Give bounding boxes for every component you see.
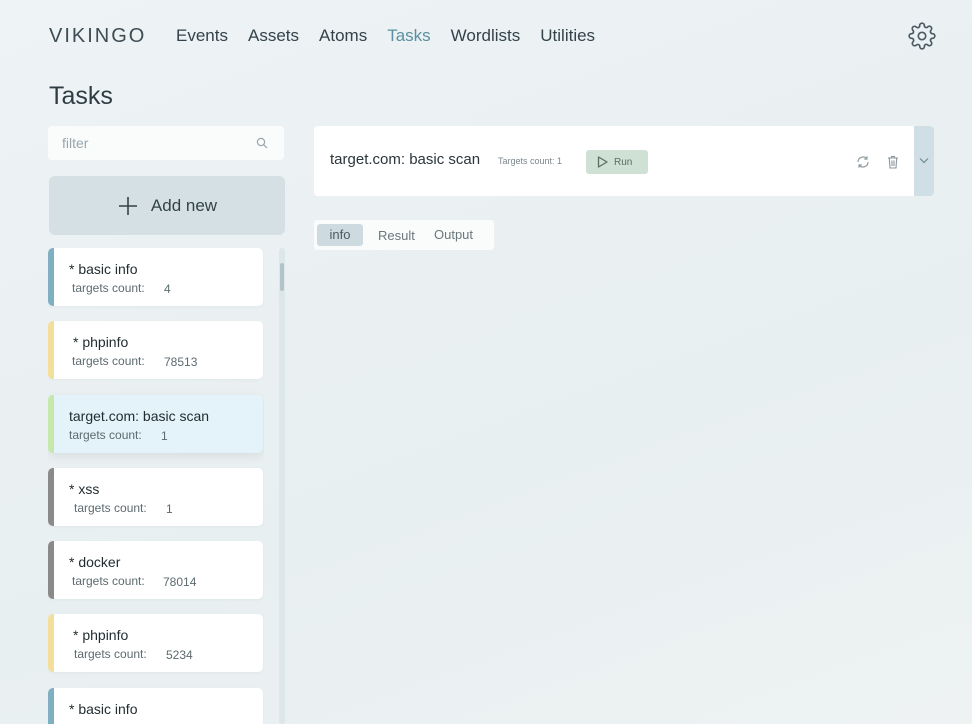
app-logo[interactable]: VIKINGO <box>49 25 146 48</box>
task-color-stripe <box>48 468 54 526</box>
task-card[interactable]: * phpinfo targets count: 5234 <box>48 614 263 672</box>
task-name: * basic info <box>69 701 138 717</box>
nav-utilities[interactable]: Utilities <box>540 26 595 46</box>
detail-tabs: info Result Output <box>314 220 494 250</box>
task-count-label: targets count: <box>72 574 145 588</box>
task-color-stripe <box>48 321 54 379</box>
task-name: * docker <box>69 554 121 570</box>
tab-info[interactable]: info <box>317 224 363 246</box>
run-button[interactable]: Run <box>586 150 648 174</box>
nav-assets[interactable]: Assets <box>248 26 299 46</box>
trash-icon[interactable] <box>887 155 899 169</box>
add-new-label: Add new <box>150 195 218 215</box>
task-card[interactable]: * xss targets count: 1 <box>48 468 263 526</box>
search-icon <box>256 137 268 149</box>
filter-input[interactable] <box>48 126 284 160</box>
task-count: 78014 <box>163 575 197 589</box>
main-nav: Events Assets Atoms Tasks Wordlists Util… <box>176 26 615 46</box>
gear-icon[interactable] <box>908 22 936 50</box>
task-color-stripe <box>48 395 54 453</box>
task-card[interactable]: * basic info targets count: 4 <box>48 248 263 306</box>
task-count: 4 <box>164 282 171 296</box>
task-list: * basic info targets count: 4 * phpinfo … <box>48 248 264 724</box>
expand-toggle[interactable] <box>914 126 934 196</box>
task-card-selected[interactable]: target.com: basic scan targets count: 1 <box>48 395 263 453</box>
tab-output[interactable]: Output <box>434 227 473 242</box>
task-count-label: targets count: <box>69 428 142 442</box>
task-color-stripe <box>48 614 54 672</box>
task-count-label: targets count: <box>74 647 147 661</box>
task-name: * phpinfo <box>73 334 129 350</box>
nav-events[interactable]: Events <box>176 26 228 46</box>
task-color-stripe <box>48 541 54 599</box>
tab-result[interactable]: Result <box>378 228 415 243</box>
task-count: 1 <box>166 502 173 516</box>
nav-tasks[interactable]: Tasks <box>387 26 430 46</box>
task-color-stripe <box>48 688 54 724</box>
task-count: 5234 <box>166 648 193 662</box>
play-icon <box>597 156 608 168</box>
refresh-icon[interactable] <box>856 155 870 169</box>
task-count: 1 <box>161 429 168 443</box>
chevron-down-icon <box>919 158 929 164</box>
task-detail-header: target.com: basic scan Targets count: 1 … <box>314 126 934 196</box>
nav-atoms[interactable]: Atoms <box>319 26 367 46</box>
task-card[interactable]: * docker targets count: 78014 <box>48 541 263 599</box>
task-name: * basic info <box>69 261 138 277</box>
task-count-label: targets count: <box>72 354 145 368</box>
task-name: * xss <box>69 481 100 497</box>
task-name: * phpinfo <box>73 627 129 643</box>
task-detail-title: target.com: basic scan <box>330 151 481 168</box>
task-count: 78513 <box>164 355 198 369</box>
top-navbar: VIKINGO Events Assets Atoms Tasks Wordli… <box>0 0 972 72</box>
add-new-button[interactable]: Add new <box>49 176 285 235</box>
page-title: Tasks <box>49 82 113 110</box>
task-count-label: targets count: <box>72 281 145 295</box>
task-detail-targets-count: Targets count: 1 <box>498 156 563 166</box>
task-card[interactable]: * basic info <box>48 688 263 724</box>
nav-wordlists[interactable]: Wordlists <box>451 26 521 46</box>
plus-icon <box>118 196 137 215</box>
run-label: Run <box>614 156 633 168</box>
task-name: target.com: basic scan <box>69 408 210 424</box>
task-card[interactable]: * phpinfo targets count: 78513 <box>48 321 263 379</box>
task-list-scrollbar[interactable] <box>279 248 285 724</box>
task-count-label: targets count: <box>74 501 147 515</box>
scrollbar-thumb[interactable] <box>280 263 284 291</box>
task-color-stripe <box>48 248 54 306</box>
